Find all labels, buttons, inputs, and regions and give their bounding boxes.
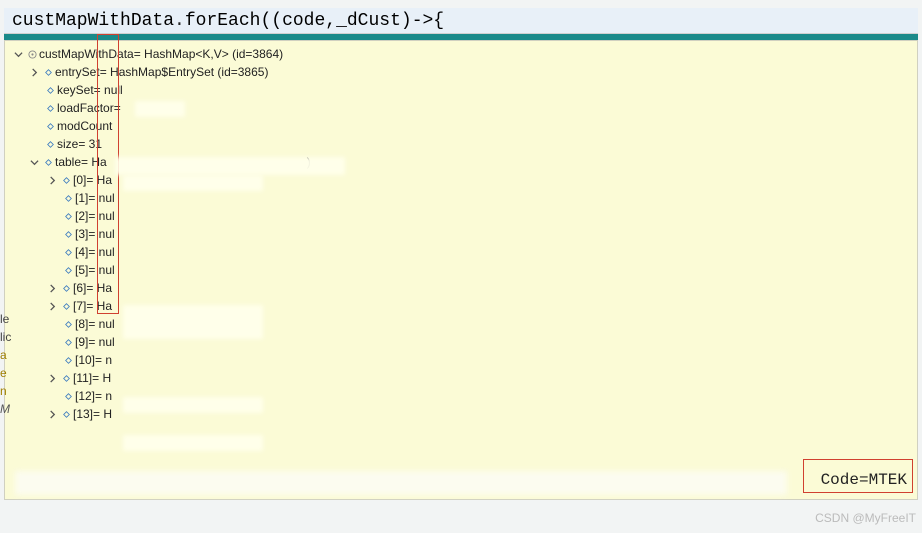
- code-method: forEach: [185, 11, 261, 31]
- tree-label: [8]= nul: [75, 315, 115, 333]
- field-icon: [61, 321, 75, 328]
- tree-label: keySet= null: [57, 81, 123, 99]
- tooltip-value: Code=MTEK: [821, 471, 907, 489]
- tree-row[interactable]: [4]= nul: [5, 243, 917, 261]
- tree-label: [13]= H: [73, 405, 112, 423]
- tree-row[interactable]: modCount: [5, 117, 917, 135]
- blur-region: [123, 175, 263, 191]
- tree-row[interactable]: [5]= nul: [5, 261, 917, 279]
- tree-row[interactable]: entrySet= HashMap$EntrySet (id=3865): [5, 63, 917, 81]
- tree-label: modCount: [57, 117, 112, 135]
- tree-label: [10]= n: [75, 351, 112, 369]
- tree-label: [6]= Ha: [73, 279, 112, 297]
- tree-row[interactable]: [3]= nul: [5, 225, 917, 243]
- tree-label: [7]= Ha: [73, 297, 112, 315]
- tree-label: [5]= nul: [75, 261, 115, 279]
- tree-label: [0]= Ha: [73, 171, 112, 189]
- tree-label: loadFactor=: [57, 99, 121, 117]
- tree-root[interactable]: custMapWithData= HashMap<K,V> (id=3864): [5, 45, 917, 63]
- field-icon: [43, 123, 57, 130]
- field-icon: [41, 69, 55, 76]
- tree-row[interactable]: [6]= Ha: [5, 279, 917, 297]
- chevron-down-icon[interactable]: [11, 47, 25, 61]
- blur-region: [123, 435, 263, 451]
- field-icon: [61, 357, 75, 364]
- tree-label: custMapWithData= HashMap<K,V> (id=3864): [39, 45, 283, 63]
- chevron-right-icon[interactable]: [27, 65, 41, 79]
- left-gutter: le lic a e n M: [0, 310, 11, 418]
- field-icon: [59, 177, 73, 184]
- field-icon: [61, 339, 75, 346]
- blur-region: [123, 397, 263, 413]
- chevron-right-icon[interactable]: [45, 407, 59, 421]
- field-icon: [61, 267, 75, 274]
- variables-tree: custMapWithData= HashMap<K,V> (id=3864) …: [5, 41, 917, 427]
- field-icon: [59, 303, 73, 310]
- debug-variables-panel: custMapWithData= HashMap<K,V> (id=3864) …: [4, 40, 918, 500]
- chevron-right-icon[interactable]: [45, 173, 59, 187]
- code-line: custMapWithData.forEach((code,_dCust)->{: [4, 8, 918, 34]
- blur-region: [135, 101, 185, 117]
- tree-label: [9]= nul: [75, 333, 115, 351]
- field-icon: [59, 375, 73, 382]
- tree-label: [1]= nul: [75, 189, 115, 207]
- chevron-down-icon[interactable]: [27, 155, 41, 169]
- field-icon: [61, 249, 75, 256]
- blur-region: [15, 471, 787, 495]
- tree-row[interactable]: [10]= n: [5, 351, 917, 369]
- tree-row[interactable]: [1]= nul: [5, 189, 917, 207]
- field-icon: [61, 195, 75, 202]
- chevron-right-icon[interactable]: [45, 371, 59, 385]
- field-icon: [41, 159, 55, 166]
- field-icon: [59, 411, 73, 418]
- blur-region: [115, 157, 345, 175]
- field-icon: [59, 285, 73, 292]
- tree-row[interactable]: [2]= nul: [5, 207, 917, 225]
- field-icon: [43, 105, 57, 112]
- tree-label: [3]= nul: [75, 225, 115, 243]
- field-icon: [61, 393, 75, 400]
- tree-row[interactable]: [11]= H: [5, 369, 917, 387]
- field-icon: [61, 213, 75, 220]
- code-var: custMapWithData: [12, 11, 174, 31]
- blur-region: [123, 305, 263, 339]
- tree-row[interactable]: keySet= null: [5, 81, 917, 99]
- tree-label: table= Ha: [55, 153, 107, 171]
- chevron-right-icon[interactable]: [45, 281, 59, 295]
- tree-label: entrySet= HashMap$EntrySet (id=3865): [55, 63, 268, 81]
- tree-label: [4]= nul: [75, 243, 115, 261]
- field-icon: [43, 87, 57, 94]
- watermark: CSDN @MyFreeIT: [815, 511, 916, 525]
- tree-label: [11]= H: [73, 369, 111, 387]
- field-icon: [43, 141, 57, 148]
- field-icon: [61, 231, 75, 238]
- object-icon: [25, 50, 39, 59]
- tree-row[interactable]: size= 31: [5, 135, 917, 153]
- tree-label: [12]= n: [75, 387, 112, 405]
- tree-label: size= 31: [57, 135, 102, 153]
- tree-label: [2]= nul: [75, 207, 115, 225]
- chevron-right-icon[interactable]: [45, 299, 59, 313]
